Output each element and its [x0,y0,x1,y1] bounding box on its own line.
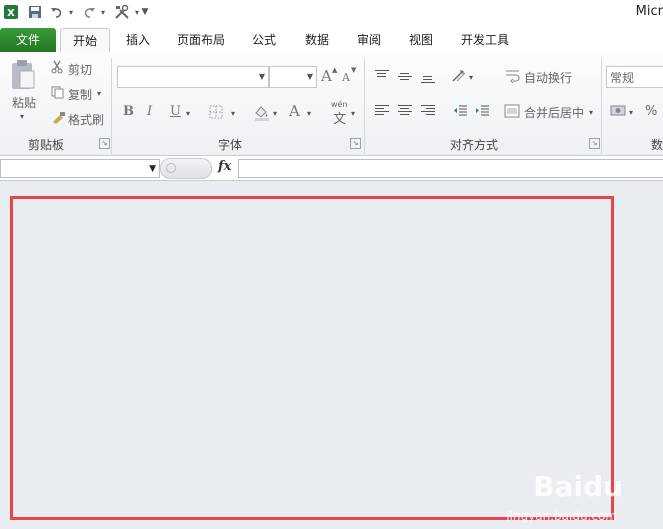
number-format-dropdown[interactable]: 常规 [606,66,663,88]
decrease-indent-icon[interactable] [452,103,468,119]
copy-button[interactable]: 复制 [68,86,92,103]
svg-text:X: X [7,8,15,19]
number-format-value: 常规 [610,71,635,85]
italic-button[interactable]: I [147,104,152,119]
formula-bar: ▼ fx [0,156,663,181]
window-title: Micr [635,4,663,19]
merge-center-icon[interactable] [504,103,520,119]
group-separator [111,58,112,154]
borders-icon[interactable] [208,104,224,120]
redo-icon[interactable] [80,3,98,21]
tab-formulas[interactable]: 公式 [242,28,286,52]
underline-button[interactable]: U [170,104,181,119]
font-launcher-icon[interactable]: ↘ [350,138,361,149]
customize-qat-icon[interactable]: ▼ [140,3,150,21]
font-name-caret-icon: ▼ [258,72,265,81]
font-name-dropdown[interactable]: ▼ [117,66,269,88]
accounting-dropdown-icon[interactable]: ▾ [629,108,633,117]
phonetic-dropdown-icon[interactable]: ▾ [351,109,355,118]
undo-icon[interactable] [48,3,66,21]
paste-dropdown-icon[interactable]: ▾ [20,112,24,121]
orientation-dropdown-icon[interactable]: ▾ [469,73,473,82]
align-bottom-icon[interactable] [421,76,435,87]
tab-developer[interactable]: 开发工具 [452,28,518,52]
wrap-text-button[interactable]: 自动换行 [524,69,572,86]
align-middle-icon[interactable] [398,73,412,84]
title-bar: X ▾ ▾ ▾ ▼ Micr [0,0,663,24]
shrink-font-arrow-icon: ▼ [351,66,357,74]
phonetic-guide-button[interactable]: 文 [333,108,346,127]
formula-input[interactable] [238,159,663,178]
save-icon[interactable] [26,3,44,21]
copy-dropdown-icon[interactable]: ▾ [97,89,101,98]
tab-data[interactable]: 数据 [294,28,340,52]
font-color-button[interactable]: A [289,102,300,120]
group-separator [601,58,602,154]
fill-color-icon[interactable] [252,103,270,121]
formula-bar-splitter[interactable] [160,158,212,179]
undo-dropdown-icon[interactable]: ▾ [66,3,76,21]
ribbon-tab-bar: 文件 开始 插入 页面布局 公式 数据 审阅 视图 开发工具 [0,24,663,54]
borders-dropdown-icon[interactable]: ▾ [231,109,235,118]
underline-dropdown-icon[interactable]: ▾ [186,109,190,118]
shrink-font-button[interactable]: A [342,71,350,84]
fill-color-dropdown-icon[interactable]: ▾ [273,109,277,118]
paste-button[interactable]: 粘贴 [12,94,36,111]
orientation-icon[interactable] [451,68,469,84]
format-painter-icon[interactable] [50,110,66,124]
align-left-icon[interactable] [375,105,389,116]
increase-indent-icon[interactable] [474,103,490,119]
align-right-icon[interactable] [421,105,435,116]
paste-icon[interactable] [8,58,38,92]
number-group-label: 数 [651,138,663,152]
alignment-group-label: 对齐方式 [450,138,499,152]
grow-font-button[interactable]: A [321,67,332,85]
cut-button[interactable]: 剪切 [68,61,92,78]
clipboard-group-label: 剪贴板 [28,138,65,152]
name-box[interactable]: ▼ [0,159,160,178]
redo-dropdown-icon[interactable]: ▾ [98,3,108,21]
excel-logo-icon: X [2,3,20,21]
tab-insert[interactable]: 插入 [114,28,162,52]
cut-icon[interactable] [50,60,64,74]
baidu-watermark: Baidu [533,470,623,503]
align-top-icon[interactable] [375,70,389,81]
splitter-handle-icon [166,163,176,173]
font-size-dropdown[interactable]: ▼ [269,66,317,88]
accounting-format-icon[interactable] [609,103,627,119]
clipboard-launcher-icon[interactable]: ↘ [99,138,110,149]
font-group-label: 字体 [218,138,243,152]
highlight-annotation-box [10,196,614,520]
tools-icon[interactable] [112,3,132,21]
grow-font-arrow-icon: ▲ [332,66,338,74]
merge-dropdown-icon[interactable]: ▾ [589,108,593,117]
percent-style-button[interactable]: % [645,104,657,119]
tab-file[interactable]: 文件 [0,28,56,52]
group-separator [364,58,365,154]
format-painter-button[interactable]: 格式刷 [68,111,104,128]
baidu-watermark-url: jingyan.baidu.com [506,509,617,523]
bold-button[interactable]: B [123,104,134,119]
merge-center-button[interactable]: 合并后居中 [524,104,584,121]
align-center-icon[interactable] [398,105,412,116]
tab-page-layout[interactable]: 页面布局 [168,28,234,52]
font-size-caret-icon: ▼ [306,72,313,81]
tab-home[interactable]: 开始 [60,28,110,54]
copy-icon[interactable] [50,85,64,99]
ribbon: 粘贴 ▾ 剪切 复制 ▾ 格式刷 剪贴板 ↘ ▼ ▼ A ▲ A ▼ B I U… [0,52,663,156]
alignment-launcher-icon[interactable]: ↘ [589,138,600,149]
insert-function-button[interactable]: fx [218,159,231,174]
wrap-text-icon[interactable] [504,68,520,84]
font-color-dropdown-icon[interactable]: ▾ [307,109,311,118]
tab-review[interactable]: 审阅 [346,28,392,52]
name-box-caret-icon[interactable]: ▼ [149,164,156,174]
tab-view[interactable]: 视图 [398,28,444,52]
